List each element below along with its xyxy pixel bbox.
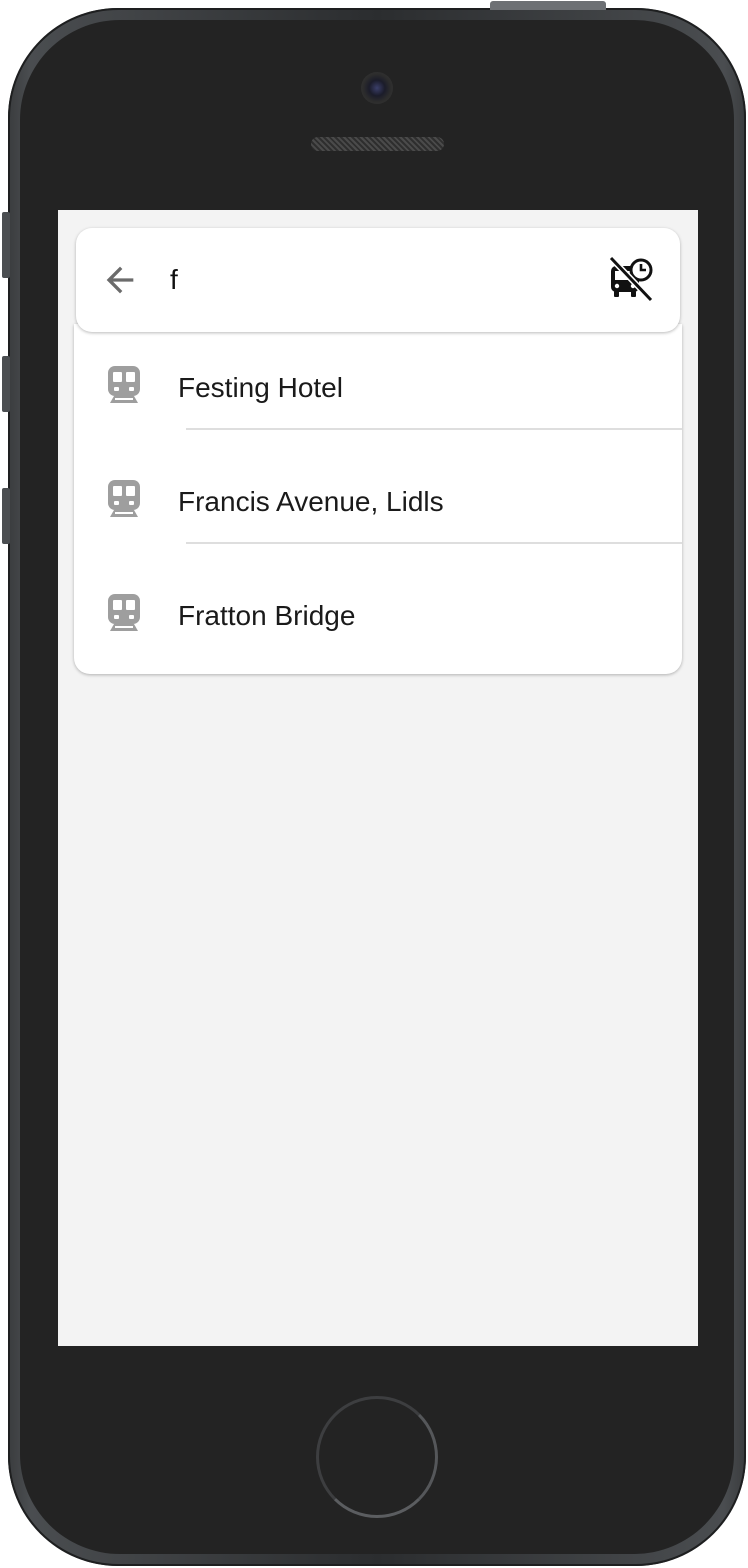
- volume-down-button: [2, 488, 10, 544]
- home-button[interactable]: [316, 1396, 438, 1518]
- earpiece-speaker: [311, 137, 444, 151]
- tram-icon: [108, 366, 140, 403]
- search-results-list: Festing Hotel Francis Avenue, Lidls Frat…: [74, 324, 682, 674]
- front-camera: [361, 72, 393, 104]
- result-item[interactable]: Fratton Bridge: [74, 552, 682, 666]
- back-button[interactable]: [100, 260, 140, 300]
- volume-up-button: [2, 356, 10, 412]
- result-item[interactable]: Festing Hotel: [74, 324, 682, 438]
- result-label: Festing Hotel: [178, 372, 343, 403]
- app-screen: Festing Hotel Francis Avenue, Lidls: [58, 210, 698, 1346]
- tram-icon: [108, 594, 140, 631]
- result-label: Francis Avenue, Lidls: [178, 486, 444, 517]
- mute-switch: [2, 212, 10, 278]
- search-input[interactable]: [170, 254, 590, 306]
- result-label: Fratton Bridge: [178, 600, 356, 631]
- search-bar: [76, 228, 680, 332]
- tram-icon: [108, 480, 140, 517]
- divider: [186, 542, 682, 544]
- power-button: [490, 1, 606, 10]
- arrow-back-icon: [106, 266, 134, 294]
- hide-schedule-button[interactable]: [606, 254, 656, 304]
- divider: [186, 428, 682, 430]
- result-item[interactable]: Francis Avenue, Lidls: [74, 438, 682, 552]
- bus-schedule-off-icon: [608, 255, 654, 303]
